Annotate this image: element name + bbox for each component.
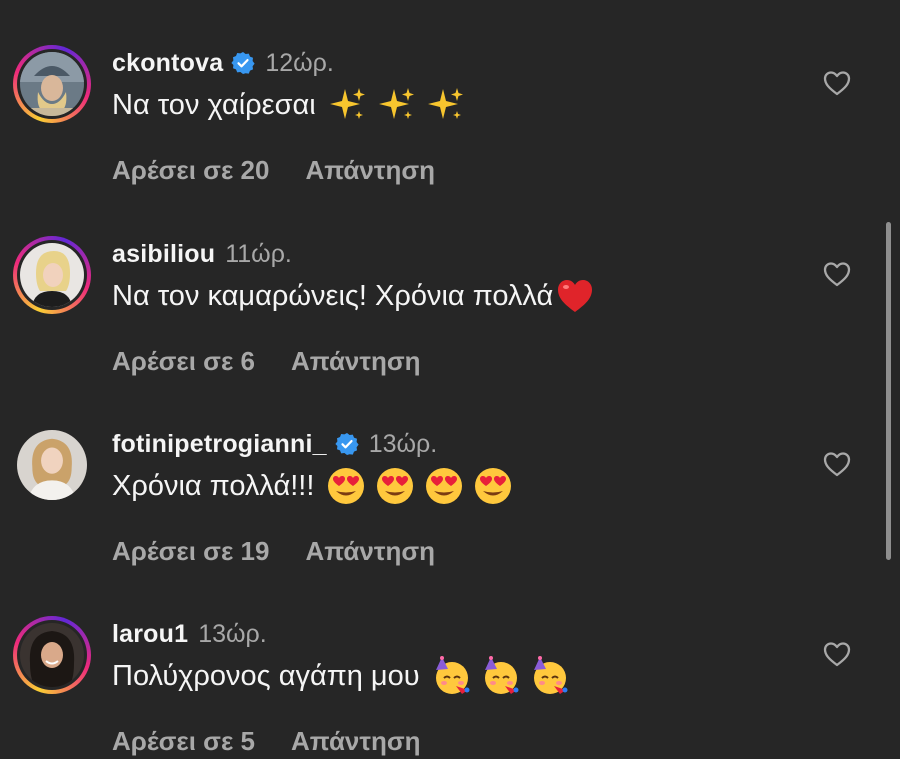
heart-eyes-icon [326,466,366,506]
scrollbar[interactable] [886,222,891,560]
comment-time: 12ώρ. [265,48,334,77]
comment-actions: Αρέσει σε 5 Απάντηση [112,724,421,758]
partying-face-icon [530,656,570,696]
likes-count[interactable]: Αρέσει σε 5 [112,726,255,757]
sparkles-icon [328,85,368,125]
avatar [17,430,87,500]
avatar-story-ring[interactable] [13,236,91,314]
reply-button[interactable]: Απάντηση [305,155,435,186]
heart-eyes-icon [473,466,513,506]
like-heart-icon[interactable] [823,641,851,667]
comment-header: asibiliou 11ώρ. [112,238,292,270]
comment-emojis [555,276,604,316]
avatar-story-ring[interactable] [13,45,91,123]
heart-eyes-icon [424,466,464,506]
comment-body: Να τον χαίρεσαι [112,85,475,125]
likes-count[interactable]: Αρέσει σε 19 [112,536,269,567]
verified-badge-icon [335,432,359,456]
comment-header: larou1 13ώρ. [112,618,267,650]
partying-face-icon [481,656,521,696]
comment-header: ckontova 12ώρ. [112,47,334,79]
comment-emojis [326,466,522,506]
comment-text: Πολύχρονος αγάπη μου [112,659,420,692]
like-heart-icon[interactable] [823,451,851,477]
partying-face-icon [432,656,472,696]
reply-button[interactable]: Απάντηση [291,346,421,377]
comment-actions: Αρέσει σε 6 Απάντηση [112,344,421,378]
sparkles-icon [377,85,417,125]
heart-eyes-icon [375,466,415,506]
username[interactable]: ckontova [112,49,223,78]
avatar-ring[interactable] [13,426,91,504]
comment-time: 11ώρ. [225,239,292,268]
comment-text: Να τον χαίρεσαι [112,88,316,121]
avatar-story-ring[interactable] [13,616,91,694]
likes-count[interactable]: Αρέσει σε 6 [112,346,255,377]
reply-button[interactable]: Απάντηση [305,536,435,567]
comment-text: Να τον καμαρώνεις! Χρόνια πολλά [112,279,554,312]
comment-item: fotinipetrogianni_ 13ώρ. Χρόνια πολλά!!! [0,426,900,586]
username[interactable]: asibiliou [112,240,215,269]
username[interactable]: larou1 [112,620,188,649]
comment-emojis [432,656,579,696]
sparkles-icon [426,85,466,125]
red-heart-icon [555,276,595,316]
comment-emojis [328,85,475,125]
comment-item: ckontova 12ώρ. Να τον χαίρεσαι Αρέσει σε… [0,45,900,205]
comment-time: 13ώρ. [198,619,267,648]
comments-list: ckontova 12ώρ. Να τον χαίρεσαι Αρέσει σε… [0,0,900,759]
comment-header: fotinipetrogianni_ 13ώρ. [112,428,437,460]
comment-item: asibiliou 11ώρ. Να τον καμαρώνεις! Χρόνι… [0,236,900,396]
comment-time: 13ώρ. [368,429,438,458]
comment-body: Χρόνια πολλά!!! [112,466,522,506]
like-heart-icon[interactable] [823,261,851,287]
username[interactable]: fotinipetrogianni_ [112,430,327,459]
comment-item: larou1 13ώρ. Πολύχρονος αγάπη μου Αρέσει… [0,616,900,759]
comment-body: Πολύχρονος αγάπη μου [112,656,579,696]
avatar [20,52,84,116]
reply-button[interactable]: Απάντηση [291,726,421,757]
avatar [20,243,84,307]
comment-actions: Αρέσει σε 19 Απάντηση [112,534,435,568]
verified-badge-icon [231,51,255,75]
likes-count[interactable]: Αρέσει σε 20 [112,155,269,186]
comment-actions: Αρέσει σε 20 Απάντηση [112,153,435,187]
comment-text: Χρόνια πολλά!!! [112,469,315,502]
avatar [20,623,84,687]
comment-body: Να τον καμαρώνεις! Χρόνια πολλά [112,276,604,316]
like-heart-icon[interactable] [823,70,851,96]
